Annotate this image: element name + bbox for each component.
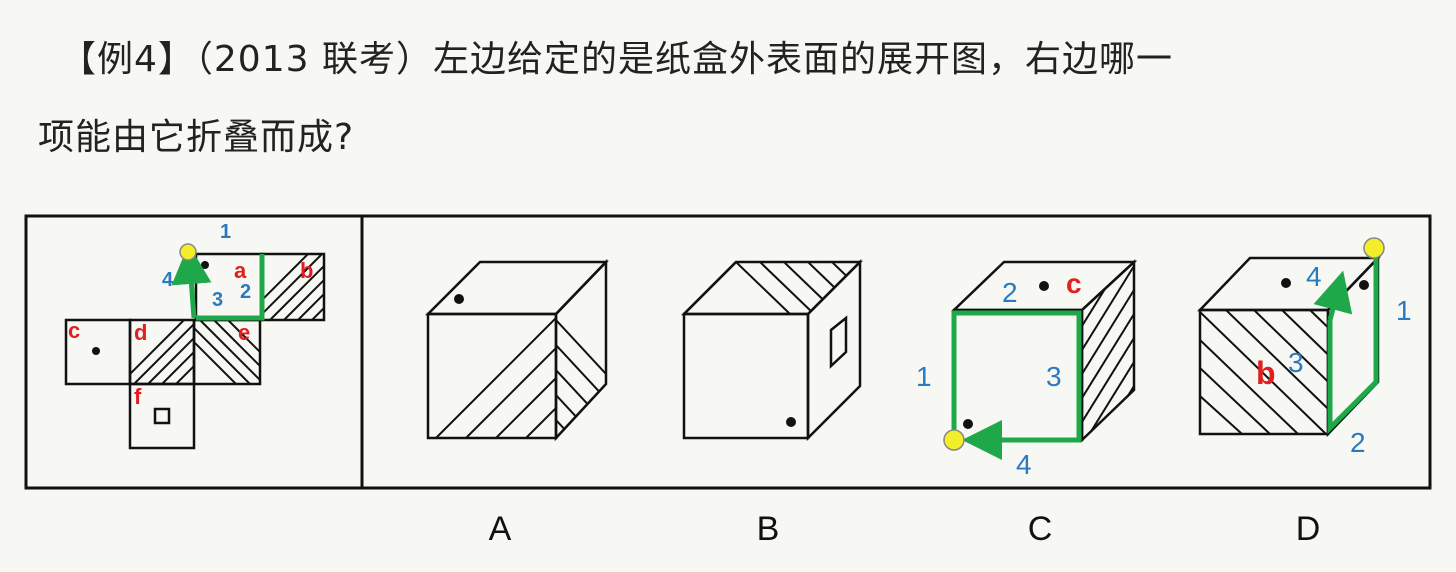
figure: a b c d e f 1 2 3 4 c 1 2 3 4 b 1 2 3 4 … [24, 214, 1432, 548]
option-d-num-3: 3 [1288, 347, 1304, 378]
option-a-dot [454, 294, 464, 304]
net-num-1: 1 [220, 221, 231, 243]
option-c-num-3: 3 [1046, 361, 1062, 392]
net-dot-c [92, 347, 100, 355]
option-c-label-c: c [1066, 268, 1082, 299]
option-a-cube [424, 258, 609, 442]
option-letter-c: C [1028, 510, 1053, 548]
option-d-num-4: 4 [1306, 261, 1322, 292]
net-dot-a [201, 261, 209, 269]
option-d-num-2: 2 [1350, 427, 1366, 458]
net-label-c: c [68, 318, 80, 343]
option-d-yellow-marker [1363, 237, 1385, 259]
option-c-cube: c 1 2 3 4 [916, 259, 1138, 480]
option-d-num-1: 1 [1396, 295, 1412, 326]
net-green-arrow [171, 244, 212, 319]
net-label-d: d [134, 320, 147, 345]
net-hatch-e [194, 320, 260, 384]
option-letter-b: B [757, 510, 780, 548]
unfolded-net [64, 252, 326, 450]
option-d-label-b: b [1256, 355, 1276, 391]
option-d-dot-right [1359, 280, 1369, 290]
option-c-yellow-marker [943, 429, 965, 451]
net-label-e: e [238, 320, 250, 345]
net-small-square [153, 407, 171, 425]
option-c-dot-top [1039, 281, 1049, 291]
net-label-a: a [234, 258, 247, 283]
option-c-num-1: 1 [916, 361, 932, 392]
net-num-4: 4 [162, 269, 174, 291]
option-letter-d: D [1296, 510, 1321, 548]
option-c-num-4: 4 [1016, 449, 1032, 480]
net-label-f: f [134, 384, 142, 409]
net-num-2: 2 [240, 281, 251, 303]
option-d-green-path [1327, 250, 1379, 435]
net-yellow-marker [179, 243, 197, 261]
option-d-cube: b 1 2 3 4 [1197, 237, 1412, 458]
option-b-dot [786, 417, 796, 427]
option-b-small-window [829, 315, 848, 369]
option-b-cube [680, 258, 864, 442]
net-label-b: b [300, 258, 313, 283]
option-d-dot-left [1281, 278, 1291, 288]
option-c-num-2: 2 [1002, 277, 1018, 308]
option-letter-a: A [489, 510, 512, 548]
outer-frame [24, 214, 1432, 490]
net-num-3: 3 [212, 289, 223, 311]
option-c-dot-front [963, 419, 973, 429]
